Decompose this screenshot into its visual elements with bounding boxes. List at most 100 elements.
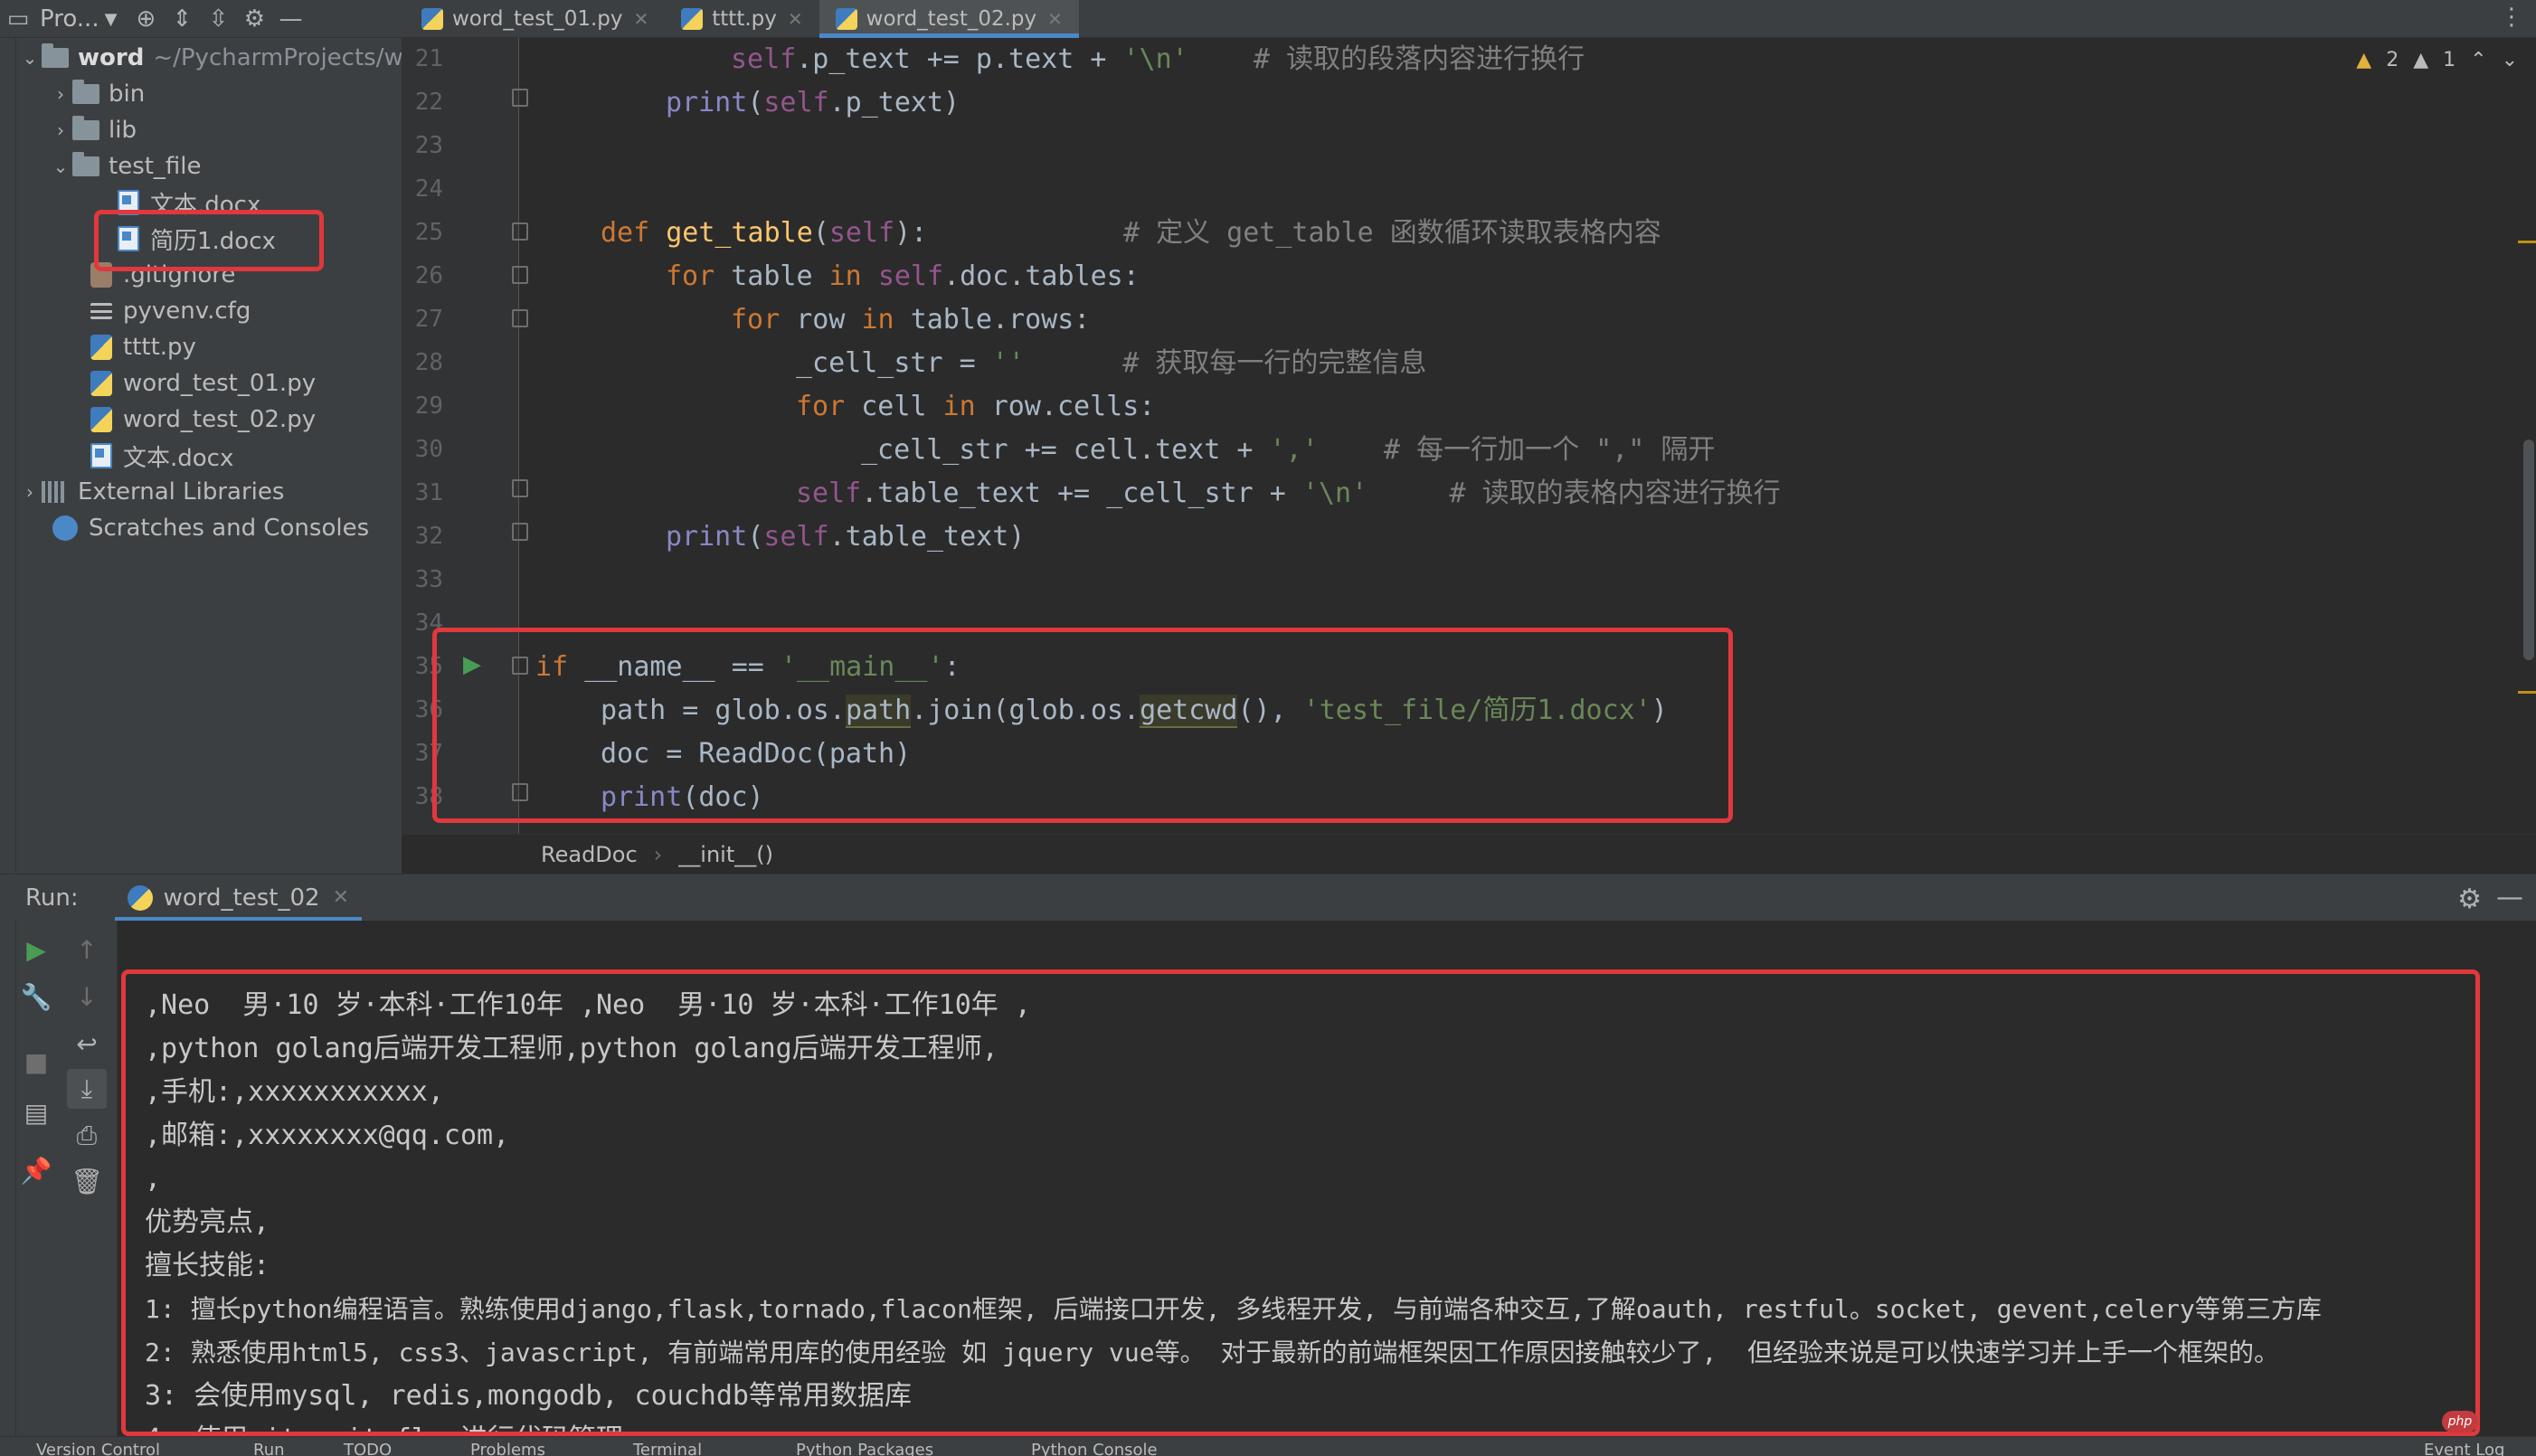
docx-file-icon [118, 190, 139, 215]
chevron-down-icon[interactable]: ⌄ [18, 47, 42, 69]
code-line-28: _cell_str = '' # 获取每一行的完整信息 [796, 347, 1427, 379]
warning-count: 2 [2386, 49, 2399, 71]
arrow-down-icon[interactable]: ↓ [67, 977, 107, 1016]
line-number: 31 [414, 479, 443, 506]
tool-window-todo[interactable]: TODO [344, 1437, 392, 1456]
run-play-icon[interactable]: ▶ [463, 651, 481, 678]
chevron-right-icon[interactable]: › [18, 481, 42, 503]
close-icon[interactable]: ✕ [634, 8, 649, 30]
tree-item-pyvenv[interactable]: pyvenv.cfg [90, 293, 251, 329]
tree-item-external-libraries[interactable]: › External Libraries [18, 474, 284, 510]
fold-marker-icon[interactable] [512, 89, 528, 107]
arrow-up-icon[interactable]: ↑ [67, 930, 107, 969]
library-icon [42, 481, 67, 503]
code-line-27: for row in table.rows: [731, 304, 1091, 336]
layout-icon[interactable]: ▤ [16, 1092, 56, 1132]
tree-item-word-test-02[interactable]: word_test_02.py [90, 402, 316, 438]
top-toolbar: ▭ Pro... ▼ ⊕ ⇕ ⇳ ⚙ — word_test_01.py ✕ tt… [0, 0, 2536, 38]
tool-window-python-console[interactable]: Python Console [1031, 1437, 1158, 1456]
fold-marker-icon[interactable] [512, 309, 528, 327]
console-line: ,手机:,xxxxxxxxxxx, [145, 1076, 444, 1108]
line-number: 38 [414, 783, 443, 810]
project-view-dropdown[interactable]: Pro... ▼ [40, 5, 117, 33]
tree-item-lib[interactable]: › lib [49, 112, 137, 148]
folder-icon [42, 43, 69, 68]
chevron-down-icon[interactable]: ⌄ [2502, 49, 2518, 71]
tree-item-tttt-py[interactable]: tttt.py [90, 329, 196, 365]
tab-word-test-01[interactable]: word_test_01.py ✕ [405, 0, 665, 38]
wrench-icon[interactable]: 🔧 [16, 977, 56, 1016]
tool-window-version-control[interactable]: Version Control [36, 1437, 160, 1456]
rerun-icon[interactable]: ▶ [16, 930, 56, 969]
fold-marker-icon[interactable] [512, 657, 528, 675]
python-file-icon [421, 8, 443, 30]
pin-icon[interactable]: 📌 [16, 1150, 56, 1190]
minimize-icon[interactable]: — [2496, 882, 2523, 913]
code-line-36: path = glob.os.path.join(glob.os.getcwd(… [601, 695, 1668, 728]
chevron-up-icon[interactable]: ⌃ [2470, 49, 2486, 71]
tool-window-run[interactable]: Run [253, 1437, 285, 1456]
tree-item-text-docx-root[interactable]: 文本.docx [90, 438, 233, 474]
scroll-marker[interactable] [2518, 691, 2536, 694]
tab-tttt[interactable]: tttt.py ✕ [665, 0, 819, 38]
fold-marker-icon[interactable] [512, 266, 528, 284]
scroll-marker[interactable] [2518, 241, 2536, 243]
soft-wrap-icon[interactable]: ↩ [67, 1024, 107, 1064]
run-console-output[interactable]: ,Neo 男·10 岁·本科·工作10年 ,Neo 男·10 岁·本科·工作10… [118, 921, 2536, 1455]
collapse-all-icon[interactable]: ⇳ [200, 0, 236, 38]
inspection-status[interactable]: ▲ 2 ▲ 1 ⌃ ⌄ [2356, 49, 2518, 71]
breadcrumb-method[interactable]: __init__() [678, 842, 773, 867]
tab-word-test-02[interactable]: word_test_02.py ✕ [819, 0, 1080, 38]
console-line: 擅长技能: [145, 1250, 270, 1281]
run-tab[interactable]: word_test_02 ✕ [114, 875, 363, 922]
tree-root[interactable]: ⌄ word ~/PycharmProjects/wo [18, 40, 402, 76]
fold-marker-icon[interactable] [512, 222, 528, 241]
line-number: 27 [414, 306, 443, 333]
locate-file-icon[interactable]: ⊕ [128, 0, 164, 38]
gear-icon[interactable]: ⚙ [236, 0, 272, 38]
project-view-icon[interactable]: ▭ [0, 0, 36, 38]
console-line: 2: 熟悉使用html5, css3、javascript, 有前端常用库的使用… [145, 1338, 2280, 1367]
tool-window-terminal[interactable]: Terminal [633, 1437, 702, 1456]
code-editor[interactable]: self.p_text += p.text + '\n' # 读取的段落内容进行… [535, 38, 2525, 834]
editor-scrollbar[interactable] [2523, 440, 2534, 660]
tree-item-text-docx[interactable]: 文本.docx [118, 184, 260, 221]
fold-marker-icon[interactable] [512, 783, 528, 801]
weak-warning-count: 1 [2443, 49, 2456, 71]
print-icon[interactable]: ⎙ [67, 1116, 107, 1156]
close-icon[interactable]: ✕ [333, 886, 349, 909]
tree-item-resume-docx[interactable]: 简历1.docx [118, 221, 276, 257]
line-number: 25 [414, 219, 443, 246]
tool-window-python-packages[interactable]: Python Packages [796, 1437, 933, 1456]
chevron-right-icon[interactable]: › [49, 83, 72, 105]
hide-panel-icon[interactable]: — [272, 0, 308, 38]
breadcrumb: ReadDoc › __init__() [402, 834, 2536, 874]
scroll-to-end-icon[interactable]: ⤓ [67, 1069, 107, 1109]
project-toolbar: ▭ Pro... ▼ ⊕ ⇕ ⇳ ⚙ — [0, 0, 405, 38]
php-watermark-logo: php [2442, 1411, 2478, 1432]
python-file-icon [90, 335, 112, 360]
tool-window-problems[interactable]: Problems [470, 1437, 545, 1456]
text-file-icon [90, 303, 112, 319]
more-options-icon[interactable]: ⋮ [2500, 4, 2523, 31]
breadcrumb-class[interactable]: ReadDoc [541, 842, 638, 867]
folder-icon [72, 152, 99, 176]
expand-all-icon[interactable]: ⇕ [164, 0, 200, 38]
close-icon[interactable]: ✕ [1047, 8, 1063, 30]
tree-item-scratches[interactable]: Scratches and Consoles [52, 510, 369, 546]
close-icon[interactable]: ✕ [788, 8, 803, 30]
tree-item-word-test-01[interactable]: word_test_01.py [90, 365, 316, 402]
fold-marker-icon[interactable] [512, 523, 528, 541]
chevron-down-icon[interactable]: ⌄ [49, 156, 72, 177]
chevron-right-icon[interactable]: › [49, 119, 72, 141]
tree-item-test-file[interactable]: ⌄ test_file [49, 148, 202, 184]
gear-icon[interactable]: ⚙ [2457, 884, 2482, 915]
tree-item-bin[interactable]: › bin [49, 76, 145, 112]
tree-item-gitignore[interactable]: .gitignore [90, 257, 235, 293]
console-line: ,python golang后端开发工程师,python golang后端开发工… [145, 1033, 998, 1064]
tool-window-event-log[interactable]: Event Log [2424, 1437, 2504, 1456]
docx-file-icon [118, 226, 139, 251]
stop-icon[interactable]: ■ [16, 1042, 56, 1082]
fold-marker-icon[interactable] [512, 479, 528, 497]
trash-icon[interactable]: 🗑 [67, 1161, 107, 1201]
